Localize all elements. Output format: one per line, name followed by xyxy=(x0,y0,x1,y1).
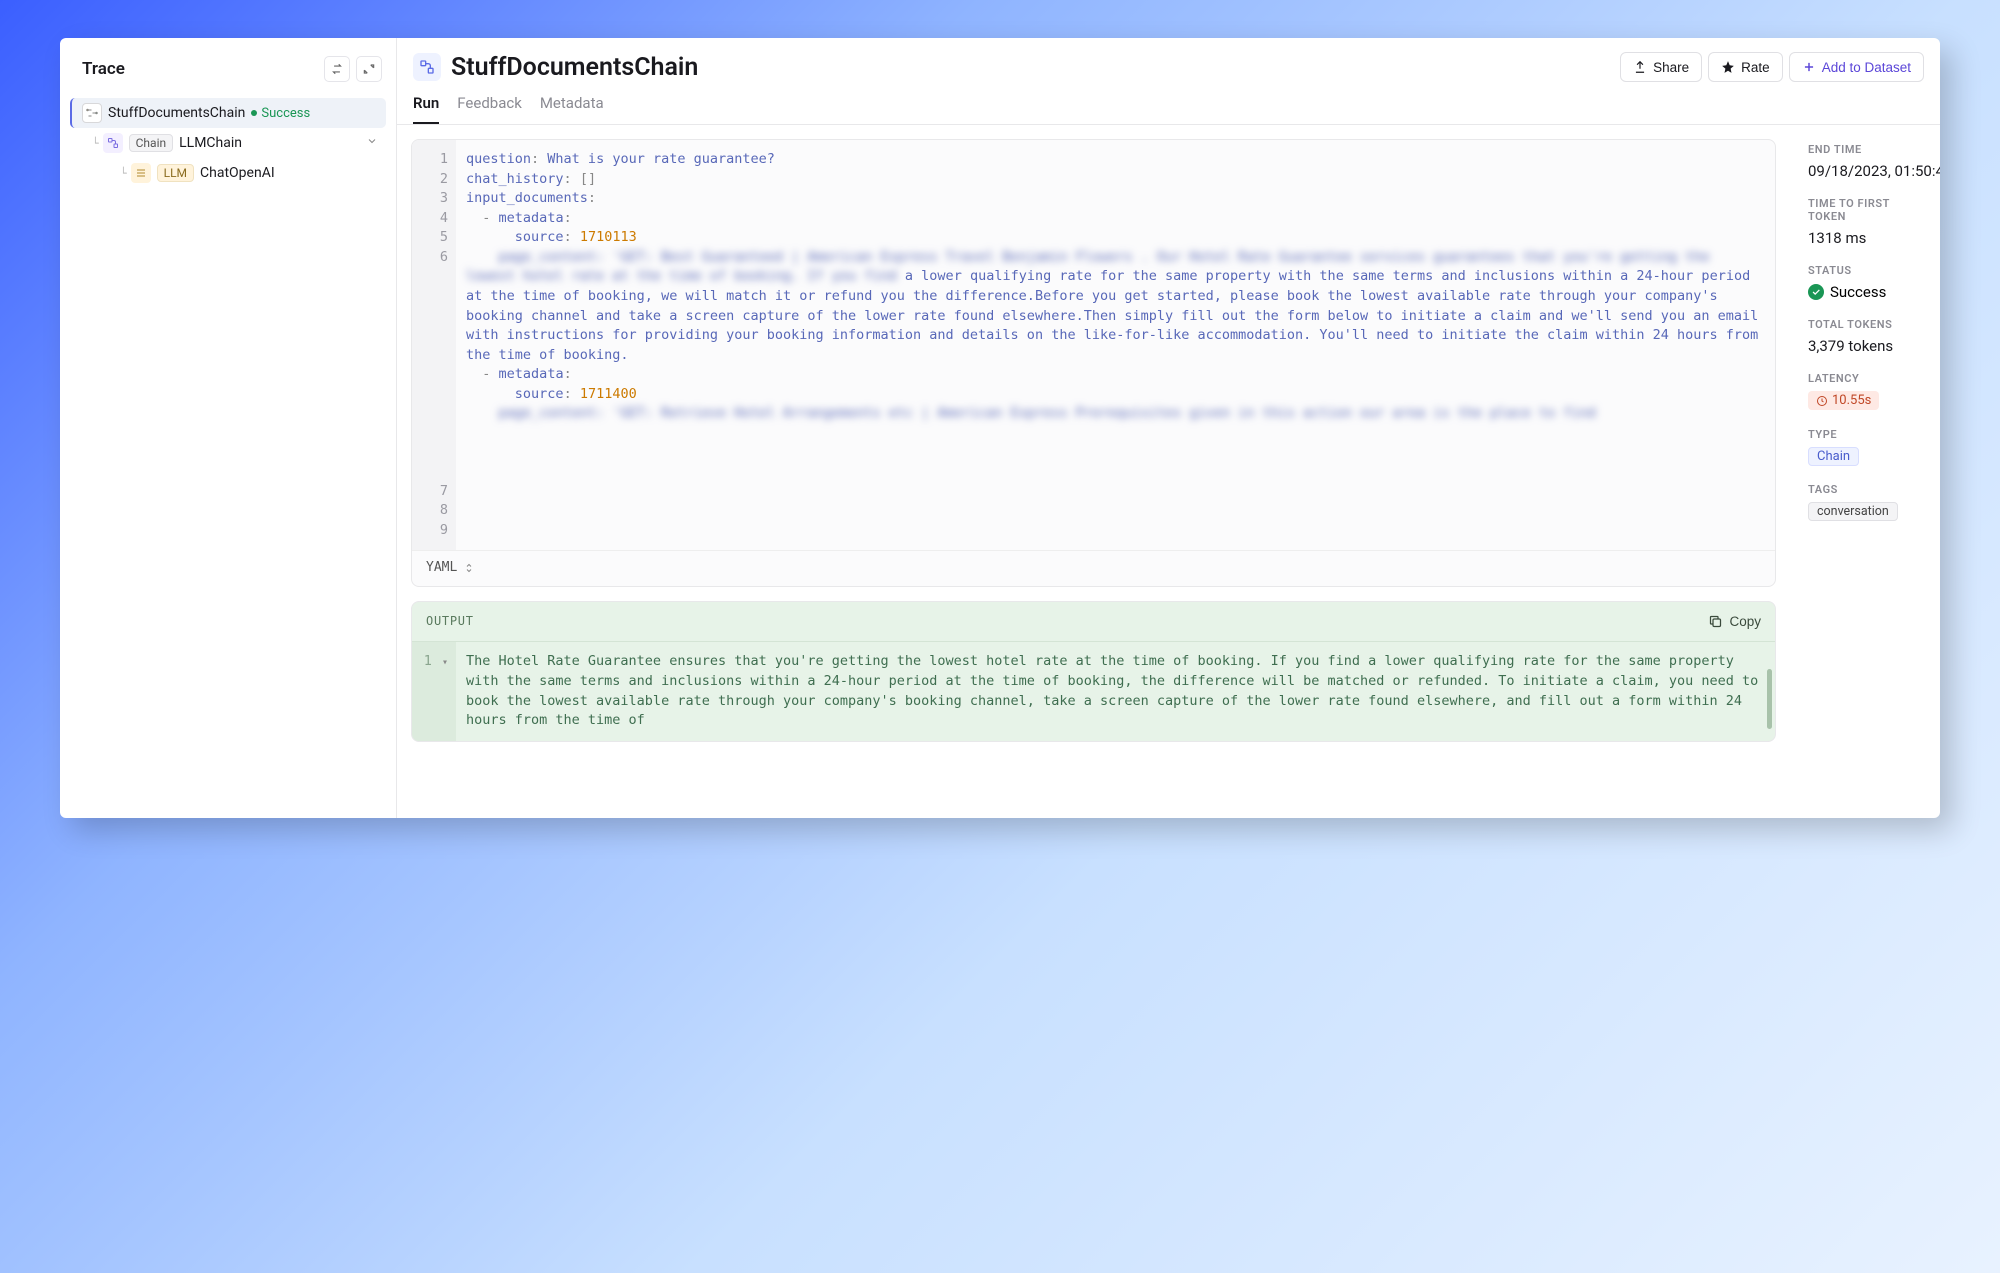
star-icon xyxy=(1721,60,1735,74)
meta-panel: END TIME 09/18/2023, 01:50:42 TIME TO FI… xyxy=(1790,125,1940,818)
swap-icon-button[interactable] xyxy=(324,56,350,82)
meta-label: STATUS xyxy=(1808,264,1928,277)
meta-label: END TIME xyxy=(1808,143,1928,156)
meta-end-time: END TIME 09/18/2023, 01:50:42 xyxy=(1808,143,1928,180)
copy-button[interactable]: Copy xyxy=(1708,612,1761,632)
latency-value: 10.55s xyxy=(1832,393,1871,408)
meta-status: STATUS Success xyxy=(1808,264,1928,301)
trace-sidebar: Trace StuffDocumentsChain Success └ xyxy=(60,38,397,818)
tree-node-status: Success xyxy=(251,106,310,121)
tab-feedback[interactable]: Feedback xyxy=(457,94,522,124)
input-code: question: What is your rate guarantee? c… xyxy=(456,140,1775,550)
tree-node-llmchain[interactable]: └ Chain LLMChain xyxy=(60,128,386,158)
format-selector[interactable]: YAML xyxy=(412,550,1775,586)
output-label: OUTPUT xyxy=(426,613,474,630)
content-wrap: 123456 789 question: What is your rate g… xyxy=(397,125,1940,818)
main-panel: StuffDocumentsChain Share Rate Add to Da… xyxy=(397,38,1940,818)
selector-icon xyxy=(463,562,475,574)
meta-type: TYPE Chain xyxy=(1808,428,1928,466)
meta-value: 3,379 tokens xyxy=(1808,337,1928,355)
copy-icon xyxy=(1708,614,1723,629)
expand-icon-button[interactable] xyxy=(356,56,382,82)
add-to-dataset-button[interactable]: Add to Dataset xyxy=(1789,52,1924,82)
clock-icon xyxy=(1816,395,1828,407)
tree-node-label: StuffDocumentsChain xyxy=(108,105,245,121)
type-badge: Chain xyxy=(1808,447,1859,466)
meta-label: TIME TO FIRST TOKEN xyxy=(1808,197,1928,223)
output-code: The Hotel Rate Guarantee ensures that yo… xyxy=(456,642,1775,740)
sidebar-actions xyxy=(324,56,382,82)
meta-label: TYPE xyxy=(1808,428,1928,441)
header-actions: Share Rate Add to Dataset xyxy=(1620,52,1924,82)
chevron-down-icon[interactable] xyxy=(366,135,378,151)
tag-badge[interactable]: conversation xyxy=(1808,502,1898,521)
page-title: StuffDocumentsChain xyxy=(451,53,698,82)
share-button[interactable]: Share xyxy=(1620,52,1702,82)
output-gutter: 1 ▾ xyxy=(412,642,456,740)
fold-icon[interactable]: ▾ xyxy=(442,657,448,668)
tree-node-label: ChatOpenAI xyxy=(200,165,275,181)
output-codeblock: OUTPUT Copy 1 ▾ The Hotel Rate Guarantee… xyxy=(411,601,1776,742)
tree-node-chatopenai[interactable]: └ LLM ChatOpenAI xyxy=(60,158,386,188)
meta-tags: TAGS conversation xyxy=(1808,483,1928,521)
app-window: Trace StuffDocumentsChain Success └ xyxy=(60,38,1940,818)
run-content: 123456 789 question: What is your rate g… xyxy=(397,125,1790,818)
latency-badge: 10.55s xyxy=(1808,391,1879,410)
page-title-icon xyxy=(413,53,441,81)
sidebar-header: Trace xyxy=(60,38,396,98)
tree-connector: └ xyxy=(120,167,127,180)
llm-icon xyxy=(131,163,151,183)
share-icon xyxy=(1633,60,1647,74)
meta-label: TAGS xyxy=(1808,483,1928,496)
tree-connector: └ xyxy=(92,137,99,150)
chain-flow-icon xyxy=(82,103,102,123)
rate-button-label: Rate xyxy=(1741,60,1770,75)
check-icon xyxy=(1808,284,1824,300)
meta-label: TOTAL TOKENS xyxy=(1808,318,1928,331)
tree-node-stuffdocumentschain[interactable]: StuffDocumentsChain Success xyxy=(70,98,386,128)
format-label: YAML xyxy=(426,559,457,578)
tree-node-type-badge: LLM xyxy=(157,164,194,182)
add-to-dataset-label: Add to Dataset xyxy=(1822,60,1911,75)
share-button-label: Share xyxy=(1653,60,1689,75)
title-left: StuffDocumentsChain xyxy=(413,53,698,82)
copy-button-label: Copy xyxy=(1729,612,1761,632)
tab-run[interactable]: Run xyxy=(413,94,439,124)
rate-button[interactable]: Rate xyxy=(1708,52,1783,82)
meta-label: LATENCY xyxy=(1808,372,1928,385)
main-header: StuffDocumentsChain Share Rate Add to Da… xyxy=(397,38,1940,125)
tab-metadata[interactable]: Metadata xyxy=(540,94,604,124)
input-codeblock[interactable]: 123456 789 question: What is your rate g… xyxy=(411,139,1776,587)
meta-value: 1318 ms xyxy=(1808,229,1928,247)
status-pill: Success xyxy=(1808,283,1928,301)
trace-tree: StuffDocumentsChain Success └ Chain LLMC… xyxy=(60,98,396,188)
meta-latency: LATENCY 10.55s xyxy=(1808,372,1928,411)
meta-value: 09/18/2023, 01:50:42 xyxy=(1808,162,1928,180)
meta-tokens: TOTAL TOKENS 3,379 tokens xyxy=(1808,318,1928,355)
trace-title: Trace xyxy=(82,59,125,79)
tree-node-label: LLMChain xyxy=(179,135,242,151)
plus-icon xyxy=(1802,60,1816,74)
input-gutter: 123456 789 xyxy=(412,140,456,550)
status-text: Success xyxy=(1830,283,1886,301)
output-header: OUTPUT Copy xyxy=(412,602,1775,643)
meta-ttft: TIME TO FIRST TOKEN 1318 ms xyxy=(1808,197,1928,247)
title-row: StuffDocumentsChain Share Rate Add to Da… xyxy=(413,52,1924,82)
chain-icon xyxy=(103,133,123,153)
output-scrollbar[interactable] xyxy=(1767,669,1772,729)
tabs: Run Feedback Metadata xyxy=(413,94,1924,124)
tree-node-type-badge: Chain xyxy=(129,134,174,152)
